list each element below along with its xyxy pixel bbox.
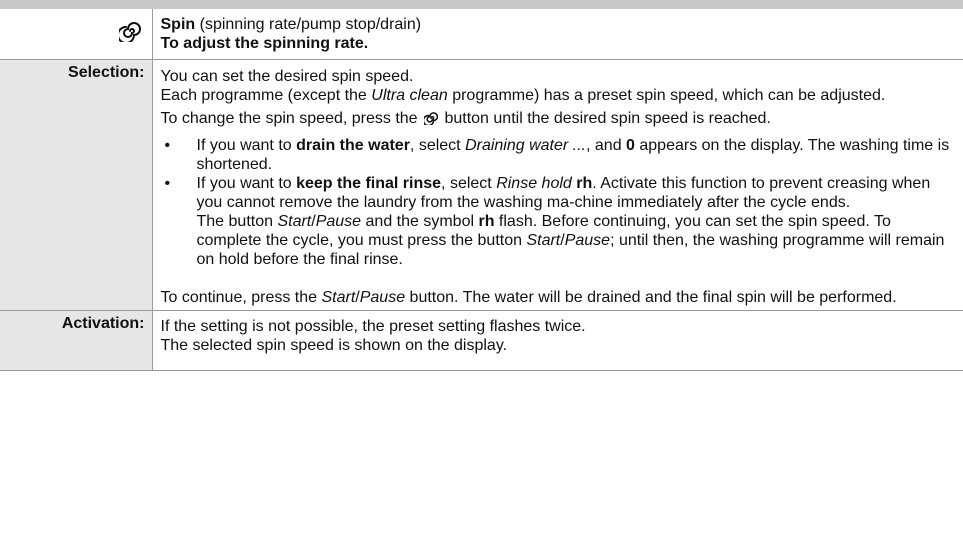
spin-icon — [422, 111, 439, 130]
top-bar — [0, 0, 963, 9]
header-row: Spin (spinning rate/pump stop/drain) To … — [0, 9, 963, 60]
option-list: • If you want to drain the water, select … — [161, 136, 956, 269]
activation-line: The selected spin speed is shown on the … — [160, 336, 508, 354]
section-subtitle: To adjust the spinning rate. — [160, 35, 369, 52]
selection-paragraph: You can set the desired spin speed. — [160, 67, 414, 85]
list-item: • If you want to keep the final rinse, se… — [164, 174, 945, 268]
header-content: Spin (spinning rate/pump stop/drain) To … — [151, 9, 963, 60]
selection-content: You can set the desired spin speed. Each… — [151, 58, 963, 311]
selection-paragraph: Each programme (except the Ultra clean p… — [160, 86, 886, 104]
selection-label: Selection: — [0, 58, 153, 311]
header-icon-cell — [0, 9, 153, 60]
activation-content: If the setting is not possible, the pres… — [151, 309, 963, 371]
spin-icon — [116, 20, 141, 47]
activation-line: If the setting is not possible, the pres… — [160, 317, 586, 335]
activation-row: Activation: If the setting is not possib… — [0, 309, 963, 371]
selection-paragraph: To continue, press the Start/Pause butto… — [160, 288, 897, 306]
activation-label: Activation: — [0, 309, 153, 371]
instruction-table: Spin (spinning rate/pump stop/drain) To … — [0, 9, 963, 371]
selection-row: Selection: You can set the desired spin … — [0, 58, 963, 311]
selection-paragraph: To change the spin speed, press the butt… — [161, 109, 956, 130]
list-item: • If you want to drain the water, select … — [164, 136, 950, 173]
section-title: Spin (spinning rate/pump stop/drain) — [160, 16, 422, 33]
